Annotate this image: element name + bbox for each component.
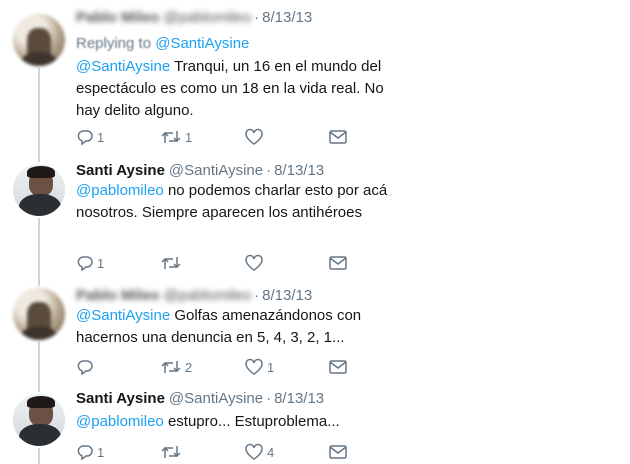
tweet-date[interactable]: 8/13/13 (274, 390, 324, 407)
reply-count: 1 (97, 444, 105, 460)
tweet-text: @SantiAysine Tranqui, un 16 en el mundo … (76, 56, 406, 122)
author-name[interactable]: Santi Aysine (76, 162, 165, 179)
avatar[interactable] (13, 288, 65, 340)
tweet-text: @SantiAysine Golfas amenazándonos con ha… (76, 305, 406, 349)
author-handle[interactable]: @pablomileo (163, 287, 251, 304)
author-name[interactable]: Santi Aysine (76, 390, 165, 407)
reply-button[interactable]: 1 (76, 127, 104, 147)
tweet-body: estupro... Estuproblema... (163, 413, 340, 430)
like-count: 4 (267, 444, 275, 460)
mention-link[interactable]: @pablomileo (76, 182, 164, 199)
separator-dot: · (266, 390, 272, 407)
like-icon (245, 358, 263, 375)
separator-dot: · (266, 162, 272, 179)
tweet-header: Santi Aysine @SantiAysine · 8/13/13 (76, 390, 324, 408)
reply-button[interactable]: 1 (76, 253, 104, 273)
tweet-header: Pablo Mileo @pablomileo · 8/13/13 (76, 9, 312, 27)
like-count: 1 (267, 359, 275, 375)
retweet-icon (161, 131, 181, 143)
tweet[interactable]: Santi Aysine @SantiAysine · 8/13/13 @pablom… (0, 160, 630, 282)
like-icon (245, 128, 263, 145)
direct-message-icon (329, 130, 347, 144)
avatar[interactable] (13, 14, 65, 66)
reply-button[interactable]: 1 (76, 442, 104, 462)
avatar[interactable] (13, 164, 65, 216)
tweet-date[interactable]: 8/13/13 (262, 287, 312, 304)
replying-to: Replying to @SantiAysine (76, 35, 249, 52)
like-button[interactable]: 4 (244, 442, 274, 462)
like-icon (245, 443, 263, 460)
tweet-actions: 1 4 (76, 442, 376, 462)
retweet-icon (161, 257, 181, 269)
author-handle[interactable]: @SantiAysine (169, 390, 263, 407)
tweet-actions: 1 1 (76, 127, 376, 147)
like-button[interactable] (244, 253, 267, 273)
replying-label: Replying to (76, 35, 152, 52)
tweet-header: Pablo Mileo @pablomileo · 8/13/13 (76, 287, 312, 305)
tweet[interactable]: Pablo Mileo @pablomileo · 8/13/13 Replying … (0, 0, 630, 160)
tweet-date[interactable]: 8/13/13 (274, 162, 324, 179)
reply-icon (77, 130, 93, 146)
author-name[interactable]: Pablo Mileo (76, 287, 159, 304)
retweet-icon (161, 446, 181, 458)
direct-message-icon (329, 256, 347, 270)
reply-button[interactable] (76, 357, 97, 377)
tweet-text: @pablomileo no podemos charlar esto por … (76, 180, 406, 224)
direct-message-icon (329, 445, 347, 459)
tweet-actions: 1 (76, 253, 376, 273)
like-button[interactable] (244, 127, 267, 147)
reply-icon (77, 445, 93, 461)
direct-message-button[interactable] (328, 442, 348, 462)
replying-handle-link[interactable]: @SantiAysine (155, 35, 249, 52)
tweet[interactable]: Santi Aysine @SantiAysine · 8/13/13 @pablom… (0, 384, 630, 464)
avatar[interactable] (13, 394, 65, 446)
mention-link[interactable]: @SantiAysine (76, 307, 170, 324)
retweet-button[interactable]: 2 (160, 357, 192, 377)
retweet-button[interactable] (160, 253, 185, 273)
retweet-count: 2 (185, 359, 193, 375)
reply-count: 1 (97, 255, 105, 271)
author-handle[interactable]: @pablomileo (163, 9, 251, 26)
tweet-actions: 2 1 (76, 357, 376, 377)
reply-count: 1 (97, 129, 105, 145)
tweet[interactable]: Pablo Mileo @pablomileo · 8/13/13 @SantiAys… (0, 282, 630, 384)
retweet-button[interactable] (160, 442, 185, 462)
mention-link[interactable]: @pablomileo (76, 413, 164, 430)
retweet-icon (161, 361, 181, 373)
direct-message-icon (329, 360, 347, 374)
retweet-count: 1 (185, 129, 193, 145)
tweet-header: Santi Aysine @SantiAysine · 8/13/13 (76, 162, 324, 180)
retweet-button[interactable]: 1 (160, 127, 192, 147)
separator-dot: · (254, 287, 260, 304)
like-button[interactable]: 1 (244, 357, 274, 377)
tweet-date[interactable]: 8/13/13 (262, 9, 312, 26)
direct-message-button[interactable] (328, 127, 348, 147)
author-handle[interactable]: @SantiAysine (169, 162, 263, 179)
like-icon (245, 254, 263, 271)
reply-icon (77, 360, 93, 376)
direct-message-button[interactable] (328, 253, 348, 273)
author-name[interactable]: Pablo Mileo (76, 9, 159, 26)
separator-dot: · (254, 9, 260, 26)
mention-link[interactable]: @SantiAysine (76, 58, 170, 75)
reply-icon (77, 256, 93, 272)
tweet-text: @pablomileo estupro... Estuproblema... (76, 411, 406, 433)
direct-message-button[interactable] (328, 357, 348, 377)
